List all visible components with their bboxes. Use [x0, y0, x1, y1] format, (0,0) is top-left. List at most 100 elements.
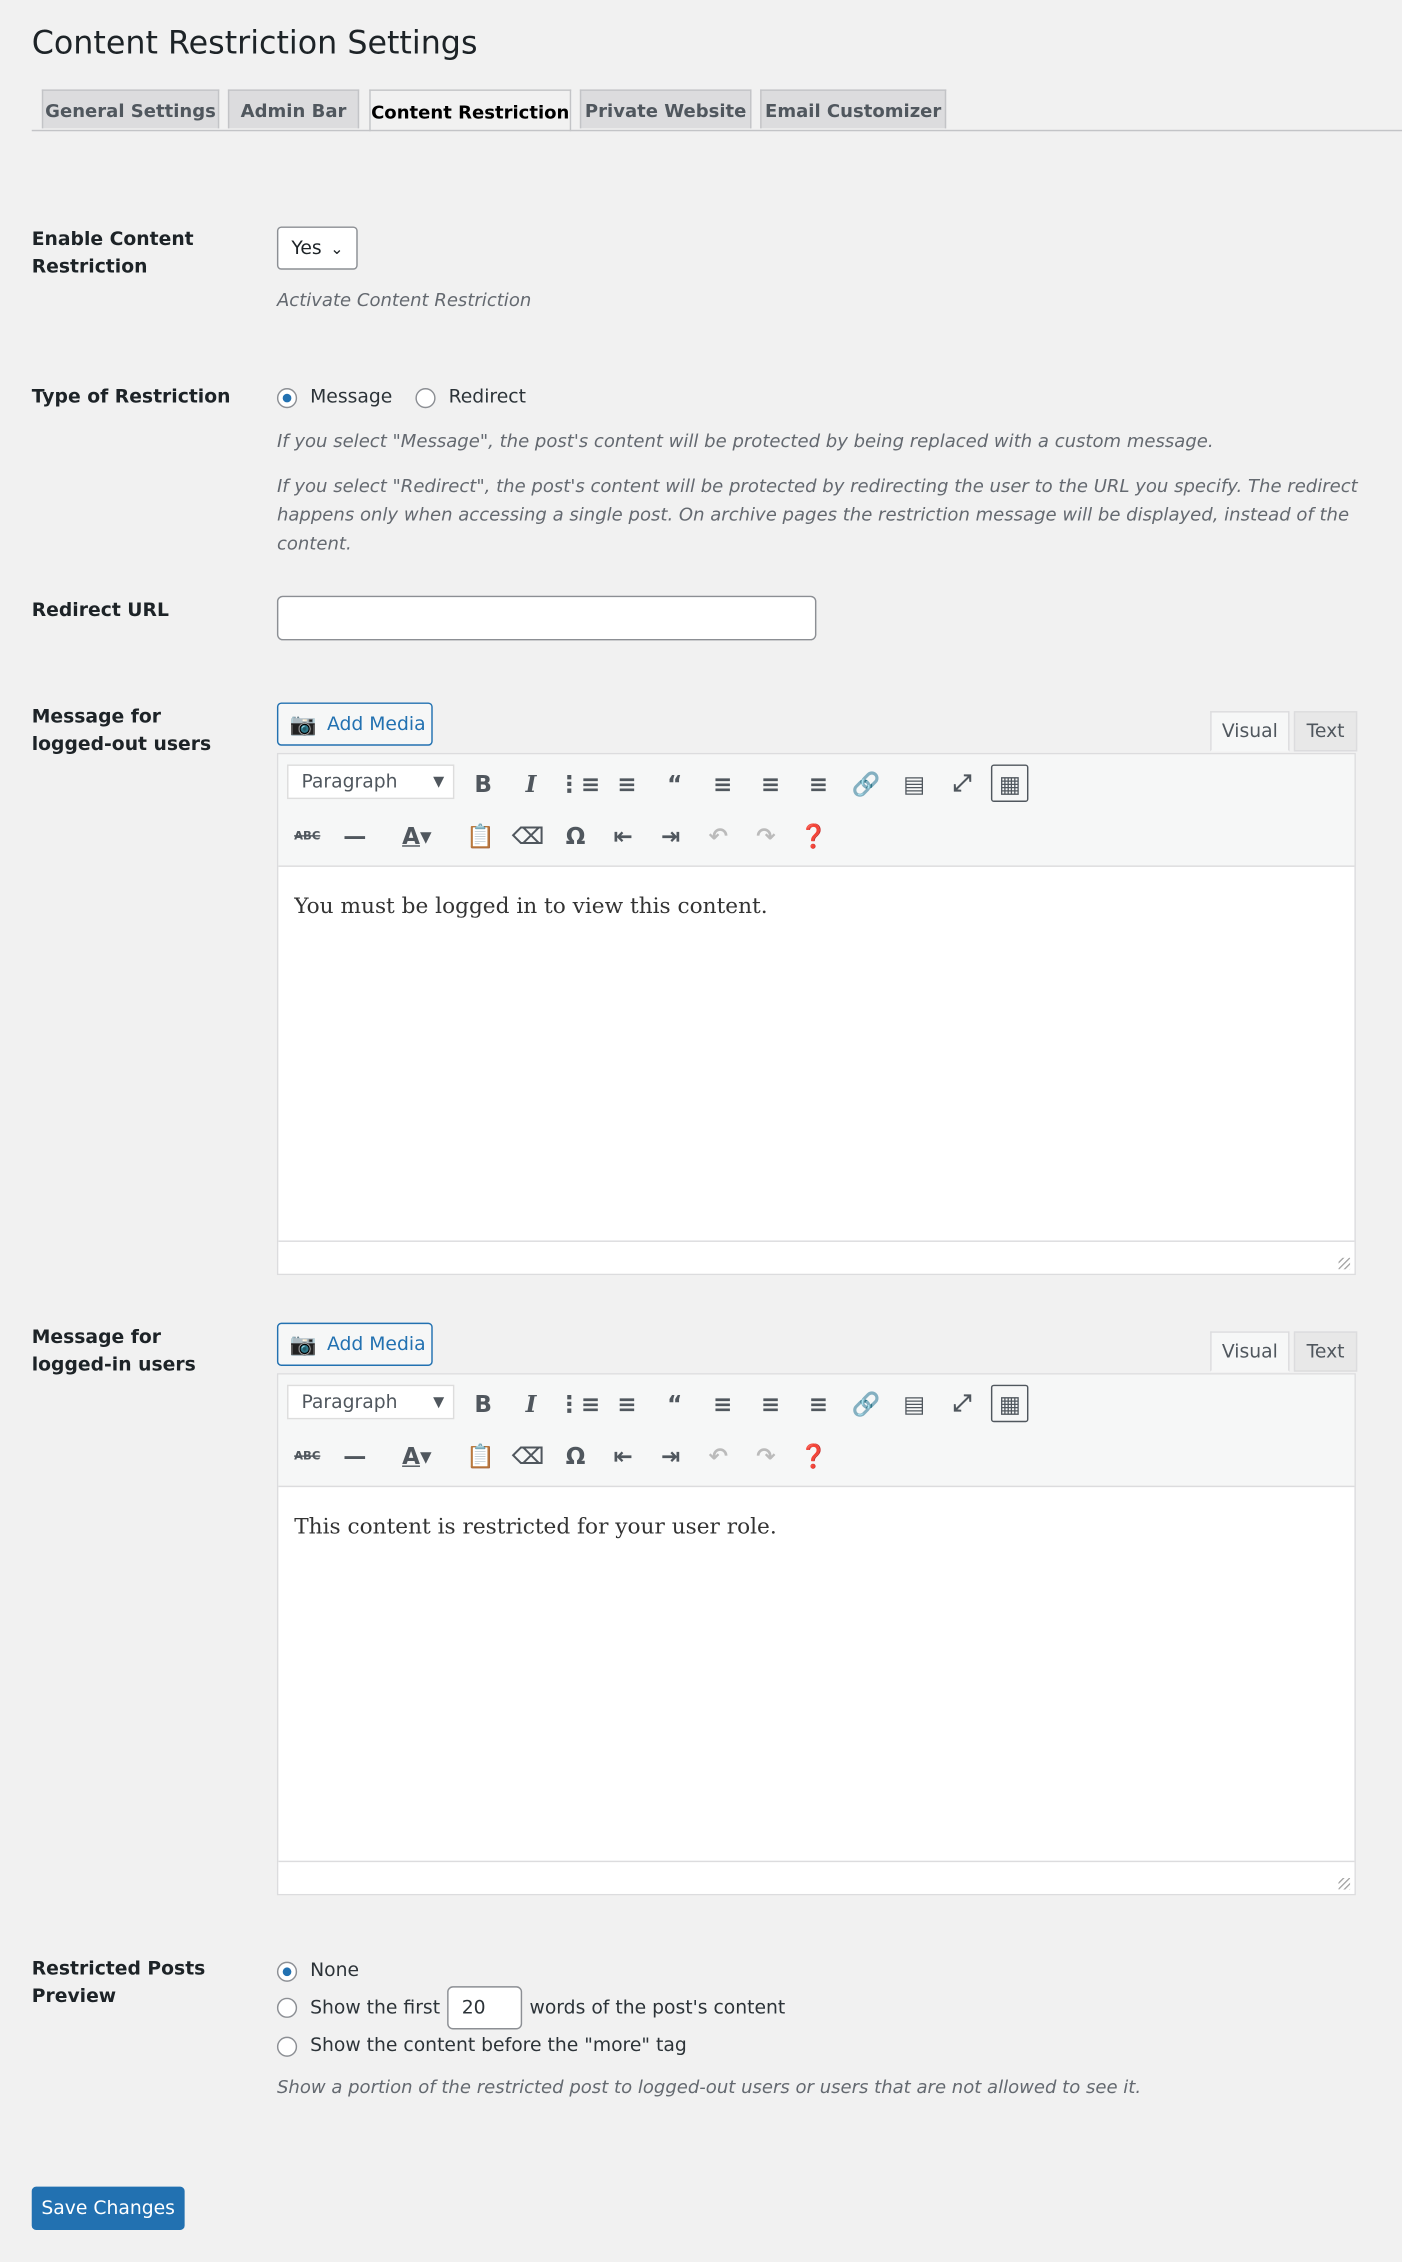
read-more-icon[interactable]: ▤ — [895, 1385, 933, 1423]
bold-icon[interactable]: B — [464, 764, 502, 802]
tab-content-restriction[interactable]: Content Restriction — [369, 89, 572, 132]
italic-icon[interactable]: I — [512, 1385, 550, 1423]
radio-unchecked[interactable] — [276, 1997, 298, 2018]
help-icon[interactable]: ❓ — [795, 1437, 833, 1475]
text-color-icon[interactable]: A ▾ — [388, 1437, 446, 1475]
indent-icon[interactable]: ⇥ — [652, 1437, 690, 1475]
align-left-icon[interactable]: ≡ — [704, 764, 742, 802]
blockquote-icon[interactable]: “ — [656, 1385, 694, 1423]
editor-toolbar: Paragraph ▼ B I ⋮≡ ≡ “≡ ≡ ≡ 🔗 ▤ ⤢ ▦ ABC — A ▾ 📋 ⌫ Ω ⇤ ⇥ ↶ ↷ ❓ — [278, 754, 1355, 867]
numbered-list-icon[interactable]: ≡ — [608, 764, 646, 802]
format-value: Paragraph — [301, 770, 398, 793]
strikethrough-icon[interactable]: ABC — [288, 816, 326, 854]
outdent-icon[interactable]: ⇤ — [604, 1437, 642, 1475]
editor-text: You must be logged in to view this conte… — [294, 892, 768, 919]
strikethrough-icon[interactable]: ABC — [288, 1437, 326, 1475]
first-words-label: Show the first — [310, 1997, 441, 2019]
radio-message[interactable]: Message — [276, 386, 393, 409]
editor-statusbar — [278, 1240, 1355, 1274]
add-media-button[interactable]: 📷 Add Media — [276, 1322, 433, 1366]
outdent-icon[interactable]: ⇤ — [604, 816, 642, 854]
align-right-icon[interactable]: ≡ — [800, 1385, 838, 1423]
more-tag-label: Show the content before the "more" tag — [310, 2035, 687, 2057]
bullet-list-icon[interactable]: ⋮≡ — [558, 1385, 600, 1423]
special-character-icon[interactable]: Ω — [557, 816, 595, 854]
tab-private-website[interactable]: Private Website — [579, 89, 752, 129]
tab-visual[interactable]: Visual — [1210, 1331, 1290, 1372]
horizontal-line-icon[interactable]: — — [336, 1437, 374, 1475]
align-center-icon[interactable]: ≡ — [752, 1385, 790, 1423]
format-select[interactable]: Paragraph ▼ — [287, 764, 455, 800]
clear-formatting-icon[interactable]: ⌫ — [509, 1437, 547, 1475]
redirect-url-input[interactable] — [276, 595, 817, 641]
paste-text-icon[interactable]: 📋 — [462, 1437, 500, 1475]
paste-text-icon[interactable]: 📋 — [462, 816, 500, 854]
help-icon[interactable]: ❓ — [795, 816, 833, 854]
tab-visual[interactable]: Visual — [1210, 711, 1290, 752]
undo-icon[interactable]: ↶ — [700, 816, 738, 854]
align-right-icon[interactable]: ≡ — [800, 764, 838, 802]
tab-text[interactable]: Text — [1293, 711, 1358, 752]
preview-description: Show a portion of the restricted post to… — [276, 2075, 1142, 2098]
radio-redirect[interactable]: Redirect — [415, 386, 526, 409]
radio-checked[interactable] — [276, 387, 298, 408]
editor-label: Message for logged-out users — [31, 706, 212, 756]
radio-unchecked[interactable] — [276, 2035, 298, 2057]
special-character-icon[interactable]: Ω — [557, 1437, 595, 1475]
redirect-url-label: Redirect URL — [31, 600, 169, 622]
radio-preview-more-tag[interactable]: Show the content before the "more" tag — [276, 2035, 687, 2057]
format-value: Paragraph — [301, 1391, 398, 1413]
fullscreen-icon[interactable]: ⤢ — [943, 1385, 981, 1423]
format-select[interactable]: Paragraph ▼ — [287, 1384, 455, 1420]
preview-label: Restricted Posts Preview — [31, 1958, 206, 2008]
radio-message-label: Message — [310, 386, 393, 409]
tab-general-settings[interactable]: General Settings — [41, 89, 220, 129]
radio-checked[interactable] — [276, 1960, 298, 1982]
editor-content[interactable]: This content is restricted for your user… — [278, 1487, 1354, 1861]
fullscreen-icon[interactable]: ⤢ — [943, 764, 981, 802]
add-media-label: Add Media — [326, 1333, 426, 1356]
read-more-icon[interactable]: ▤ — [895, 764, 933, 802]
editor-content[interactable]: You must be logged in to view this conte… — [278, 867, 1354, 1241]
dropdown-arrow-icon: ▼ — [433, 1394, 445, 1410]
add-media-icon: 📷 — [289, 1331, 317, 1358]
first-words-suffix: words of the post's content — [529, 1997, 786, 2019]
italic-icon[interactable]: I — [512, 764, 550, 802]
bold-icon[interactable]: B — [464, 1385, 502, 1423]
redo-icon[interactable]: ↷ — [747, 816, 785, 854]
tab-divider — [31, 129, 1402, 132]
link-icon[interactable]: 🔗 — [848, 764, 886, 802]
indent-icon[interactable]: ⇥ — [652, 816, 690, 854]
editor-toolbar: Paragraph ▼ B I ⋮≡ ≡ “≡ ≡ ≡ 🔗 ▤ ⤢ ▦ ABC — A ▾ 📋 ⌫ Ω ⇤ ⇥ ↶ ↷ ❓ — [278, 1374, 1355, 1488]
page-title: Content Restriction Settings — [31, 25, 478, 63]
words-count-input[interactable]: 20 — [447, 1986, 523, 2030]
link-icon[interactable]: 🔗 — [848, 1385, 886, 1423]
text-color-icon[interactable]: A ▾ — [388, 816, 446, 854]
blockquote-icon[interactable]: “ — [656, 764, 694, 802]
toolbar-toggle-icon[interactable]: ▦ — [991, 764, 1029, 802]
enable-value: Yes — [291, 237, 322, 259]
type-label: Type of Restriction — [31, 386, 231, 409]
tab-admin-bar[interactable]: Admin Bar — [227, 89, 360, 129]
align-center-icon[interactable]: ≡ — [752, 764, 790, 802]
numbered-list-icon[interactable]: ≡ — [608, 1385, 646, 1423]
radio-unchecked[interactable] — [415, 387, 436, 408]
bullet-list-icon[interactable]: ⋮≡ — [558, 764, 600, 802]
clear-formatting-icon[interactable]: ⌫ — [509, 816, 547, 854]
enable-select[interactable]: Yes ⌄ — [276, 226, 358, 270]
align-left-icon[interactable]: ≡ — [704, 1385, 742, 1423]
radio-preview-first-words[interactable]: Show the first 20 words of the post's co… — [276, 1986, 786, 2030]
horizontal-line-icon[interactable]: — — [336, 816, 374, 854]
undo-icon[interactable]: ↶ — [700, 1437, 738, 1475]
editor-label: Message for logged-in users — [31, 1327, 196, 1377]
add-media-button[interactable]: 📷 Add Media — [276, 702, 433, 746]
tab-text[interactable]: Text — [1293, 1331, 1358, 1372]
add-media-label: Add Media — [326, 713, 426, 735]
radio-redirect-label: Redirect — [448, 386, 526, 409]
radio-preview-none[interactable]: None — [276, 1960, 359, 1982]
redo-icon[interactable]: ↷ — [747, 1437, 785, 1475]
tab-email-customizer[interactable]: Email Customizer — [760, 89, 947, 129]
save-changes-button[interactable]: Save Changes — [31, 2186, 185, 2230]
add-media-icon: 📷 — [289, 711, 317, 738]
toolbar-toggle-icon[interactable]: ▦ — [991, 1384, 1029, 1423]
